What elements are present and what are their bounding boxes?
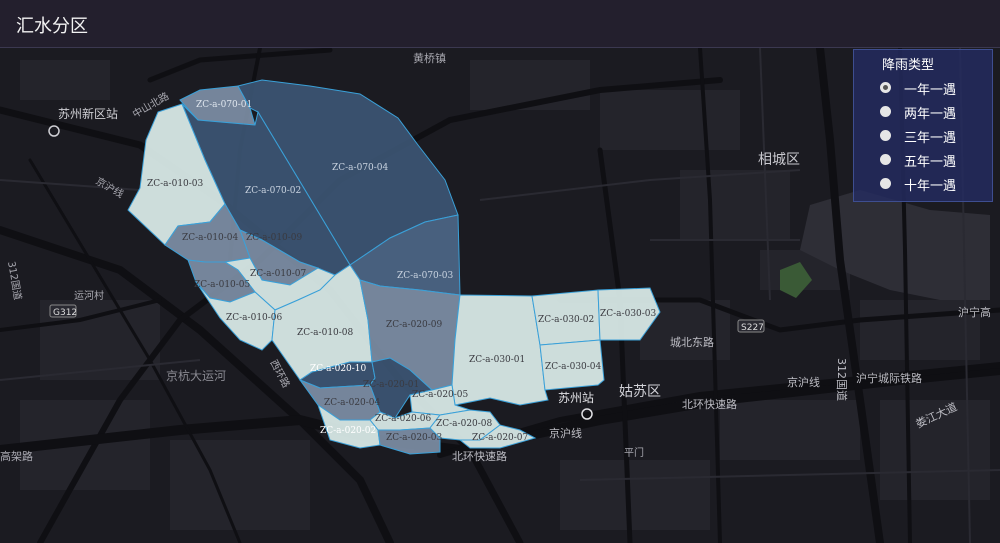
place-label: 平门 [624,446,644,459]
legend-option-1yr[interactable]: 一年一遇 [880,77,992,99]
legend-option-3yr[interactable]: 三年一遇 [880,125,992,147]
legend-option-5yr[interactable]: 五年一遇 [880,149,992,171]
zone-label: ZC-a-010-07 [250,269,307,279]
zone-label: ZC-a-070-02 [245,186,301,196]
zone-label: ZC-a-010-04 [182,233,239,243]
road-label: 沪宁高 [958,305,991,319]
road-label: 沪宁城际铁路 [856,371,922,385]
radio-icon[interactable] [880,154,891,165]
radio-icon[interactable] [880,178,891,189]
zone-label: ZC-a-010-08 [297,328,354,338]
header-bar: 汇水分区 [0,0,1000,48]
zone-label: ZC-a-070-01 [196,100,252,110]
zone-label: ZC-a-020-01 [363,380,419,390]
road-label: 北环快速路 [452,450,507,463]
route-label: G312 [53,308,77,318]
legend-title: 降雨类型 [882,58,935,73]
district-label: 姑苏区 [619,384,661,400]
place-label: 苏州站 [558,391,594,405]
legend-option-label: 五年一遇 [904,155,957,170]
district-label: 相城区 [758,152,800,168]
zone-label: ZC-a-020-09 [386,320,443,330]
zone-label: ZC-a-030-01 [469,355,525,365]
road-label: 京沪线 [787,375,820,389]
road-label: 京沪线 [549,426,582,440]
radio-icon[interactable] [880,106,891,117]
place-label: 京杭大运河 [166,368,226,383]
route-label: S227 [741,323,764,333]
road-label: 城北东路 [670,336,714,349]
place-label: 运河村 [74,289,104,302]
app: 汇水分区 ZC-a-070-01 ZC-a-070-04 ZC-a-070-02… [0,0,1000,543]
place-label: 苏州新区站 [58,106,118,121]
zone-label: ZC-a-020-02 [320,426,376,436]
zone-label: ZC-a-020-07 [472,433,529,443]
zone-label: ZC-a-030-03 [600,309,657,319]
legend-option-label: 十年一遇 [904,179,957,194]
zone-label: ZC-a-010-09 [246,233,303,243]
radio-icon[interactable] [880,82,891,93]
zone-polygon[interactable] [451,294,549,406]
zone-label: ZC-a-010-06 [226,313,283,323]
zone-label: ZC-a-020-10 [310,364,367,374]
radio-icon[interactable] [880,130,891,141]
legend-option-label: 三年一遇 [904,131,957,146]
rainfall-type-legend: 降雨类型 一年一遇 两年一遇 三年一遇 五年一遇 十年一遇 [853,49,993,202]
zone-label: ZC-a-020-05 [412,390,469,400]
legend-option-2yr[interactable]: 两年一遇 [880,101,992,123]
place-label: 黄桥镇 [413,51,446,65]
map-canvas[interactable]: ZC-a-070-01 ZC-a-070-04 ZC-a-070-02 ZC-a… [0,48,1000,543]
road-label: 312国道 [835,358,849,401]
legend-option-label: 一年一遇 [904,83,957,98]
zone-label: ZC-a-010-03 [147,179,204,189]
zone-label: ZC-a-020-03 [386,433,443,443]
legend-option-label: 两年一遇 [904,107,957,122]
road-label: 高架路 [0,449,33,463]
zone-label: ZC-a-070-03 [397,271,454,281]
zone-label: ZC-a-030-04 [545,362,602,372]
legend-option-10yr[interactable]: 十年一遇 [880,173,992,195]
zone-label: ZC-a-020-04 [324,398,381,408]
zone-label: ZC-a-030-02 [538,315,594,325]
zone-label: ZC-a-010-05 [194,280,251,290]
zone-label: ZC-a-020-06 [375,414,432,424]
page-title: 汇水分区 [16,16,88,37]
zone-label: ZC-a-020-08 [436,419,493,429]
zone-label: ZC-a-070-04 [332,163,389,173]
road-label: 北环快速路 [682,398,737,411]
